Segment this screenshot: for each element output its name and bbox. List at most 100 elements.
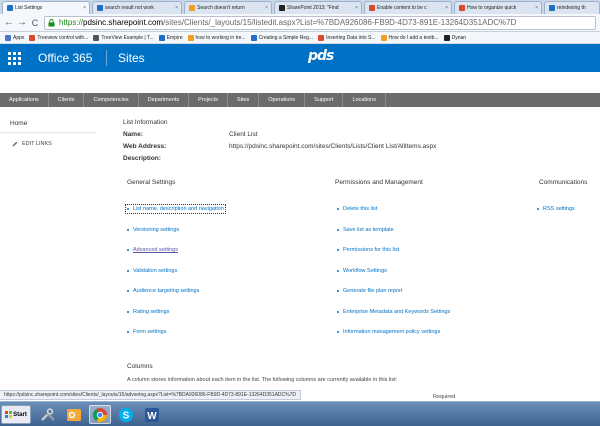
topnav-item-sites[interactable]: Sites xyxy=(228,93,260,107)
tab-label: reindexing th xyxy=(557,5,586,11)
close-icon[interactable]: × xyxy=(83,5,86,11)
reload-icon[interactable]: C xyxy=(29,17,41,29)
tab-organize-quick[interactable]: How to organize quick × xyxy=(454,1,542,14)
tab-search-doesnt-return[interactable]: Search doesn't return × xyxy=(184,1,272,14)
url-scheme: https:// xyxy=(59,18,84,27)
link-label: RSS settings xyxy=(543,206,575,212)
link-label: Generate file plan report xyxy=(343,288,403,294)
bookmark-item[interactable]: Dynan xyxy=(443,34,467,41)
close-icon[interactable]: × xyxy=(535,5,538,11)
tab-enable-content[interactable]: Enable content to be c × xyxy=(364,1,452,14)
word-icon[interactable]: W xyxy=(141,405,163,424)
bookmark-label: Empire xyxy=(166,34,183,41)
back-arrow-icon[interactable]: ← xyxy=(3,17,15,29)
pds-logo[interactable]: pds xyxy=(308,48,354,68)
bullet-icon xyxy=(337,290,339,292)
bullet-icon xyxy=(127,208,129,210)
bookmark-favicon-icon xyxy=(187,34,194,41)
url-host: pdsinc.sharepoint.com xyxy=(83,18,164,27)
general-settings-link[interactable]: Validation settings xyxy=(127,268,177,274)
pencil-icon xyxy=(12,141,18,147)
communications-link[interactable]: RSS settings xyxy=(537,206,575,212)
tab-label: search result not work xyxy=(105,5,154,11)
close-icon[interactable]: × xyxy=(175,5,178,11)
topnav-item-support[interactable]: Support xyxy=(305,93,344,107)
app-launcher-icon[interactable] xyxy=(0,44,28,72)
link-label: Save list as template xyxy=(343,226,394,233)
permissions-link[interactable]: Workflow Settings xyxy=(337,268,387,274)
general-settings-link[interactable]: Form settings xyxy=(127,329,166,335)
link-label: Form settings xyxy=(133,329,167,335)
bullet-icon xyxy=(127,228,129,231)
tab-search-result[interactable]: search result not work × xyxy=(92,1,182,14)
topnav-item-departments[interactable]: Departments xyxy=(139,93,190,107)
description-label: Description: xyxy=(123,155,161,162)
skype-icon[interactable]: S xyxy=(115,405,137,424)
close-icon[interactable]: × xyxy=(445,5,448,11)
tab-list-settings[interactable]: List Settings × xyxy=(2,1,90,14)
apps-grid-icon xyxy=(5,34,11,41)
columns-heading: Columns xyxy=(127,363,153,370)
bullet-icon xyxy=(127,331,129,333)
link-label: Information management policy settings xyxy=(343,329,441,335)
bullet-icon xyxy=(337,331,339,333)
address-bar[interactable]: https://pdsinc.sharepoint.com/sites/Clie… xyxy=(44,16,596,30)
sharepoint-favicon-icon xyxy=(97,5,103,11)
general-settings-link[interactable]: Advanced settings xyxy=(127,247,178,253)
blog-favicon-icon xyxy=(279,5,285,11)
permissions-link[interactable]: Enterprise Metadata and Keywords Setting… xyxy=(337,309,450,315)
general-settings-link[interactable]: List name, description and navigation xyxy=(125,204,226,214)
forward-arrow-icon[interactable]: → xyxy=(16,17,28,29)
bookmark-item[interactable]: Empire xyxy=(158,34,183,41)
permissions-link[interactable]: Information management policy settings xyxy=(337,329,440,335)
office-favicon-icon xyxy=(459,5,465,11)
edit-links-button[interactable]: EDIT LINKS xyxy=(12,141,52,147)
close-icon[interactable]: × xyxy=(265,5,268,11)
permissions-link[interactable]: Save list as template xyxy=(337,227,394,233)
tab-reindexing[interactable]: reindexing th xyxy=(544,1,600,14)
bookmark-favicon-icon xyxy=(318,34,325,41)
bookmark-item[interactable]: How do I add a textb... xyxy=(380,34,439,41)
bookmark-item[interactable]: TreeView Example | T... xyxy=(93,34,154,41)
general-settings-link[interactable]: Rating settings xyxy=(127,309,169,315)
web-address-value: https://pdsinc.sharepoint.com/sites/Clie… xyxy=(229,143,437,150)
link-label: Delete this list xyxy=(343,206,378,212)
tab-sharepoint-2013[interactable]: SharePoint 2013: "Find × xyxy=(274,1,362,14)
topnav-item-clients[interactable]: Clients xyxy=(49,93,85,107)
outlook-icon[interactable] xyxy=(63,405,85,424)
topnav-item-operations[interactable]: Operations xyxy=(259,93,306,107)
office365-brand[interactable]: Office 365 xyxy=(38,51,92,65)
bookmark-label: TreeView Example | T... xyxy=(101,34,154,41)
permissions-link[interactable]: Generate file plan report xyxy=(337,288,402,294)
link-label: Audience targeting settings xyxy=(133,288,200,294)
permissions-link[interactable]: Delete this list xyxy=(337,206,377,212)
bullet-icon xyxy=(127,310,129,313)
general-settings-link[interactable]: Versioning settings xyxy=(127,227,179,233)
bookmark-favicon-icon xyxy=(380,34,387,41)
bookmark-item[interactable]: how to working in tre... xyxy=(187,34,246,41)
nav-home-link[interactable]: Home xyxy=(10,120,27,127)
topnav-item-locations[interactable]: Locations xyxy=(343,93,386,107)
bookmark-item[interactable]: Treeview control with... xyxy=(29,34,88,41)
topnav-item-competencies[interactable]: Competencies xyxy=(84,93,139,107)
bookmark-item[interactable]: Creating a Simple Reg... xyxy=(250,34,313,41)
tools-icon[interactable] xyxy=(37,405,59,424)
tab-label: Search doesn't return xyxy=(197,5,245,11)
general-settings-link[interactable]: Audience targeting settings xyxy=(127,288,199,294)
bookmark-label: How do I add a textb... xyxy=(388,34,439,41)
close-icon[interactable]: × xyxy=(355,5,358,11)
bookmark-apps[interactable]: Apps xyxy=(5,34,24,41)
communications-heading: Communications xyxy=(539,179,588,186)
bullet-icon xyxy=(337,310,339,313)
name-label: Name: xyxy=(123,131,143,138)
topnav-item-applications[interactable]: Applications xyxy=(0,93,49,107)
link-label: Advanced settings xyxy=(133,247,178,253)
sites-app-title[interactable]: Sites xyxy=(118,51,145,65)
tab-label: SharePoint 2013: "Find xyxy=(287,5,339,11)
permissions-link[interactable]: Permissions for this list xyxy=(337,247,399,253)
bookmark-label: Dynan xyxy=(451,34,467,41)
start-button[interactable]: Start xyxy=(1,405,31,424)
bookmark-item[interactable]: Inserting Data into S... xyxy=(318,34,376,41)
chrome-icon[interactable] xyxy=(89,405,111,424)
topnav-item-projects[interactable]: Projects xyxy=(189,93,229,107)
